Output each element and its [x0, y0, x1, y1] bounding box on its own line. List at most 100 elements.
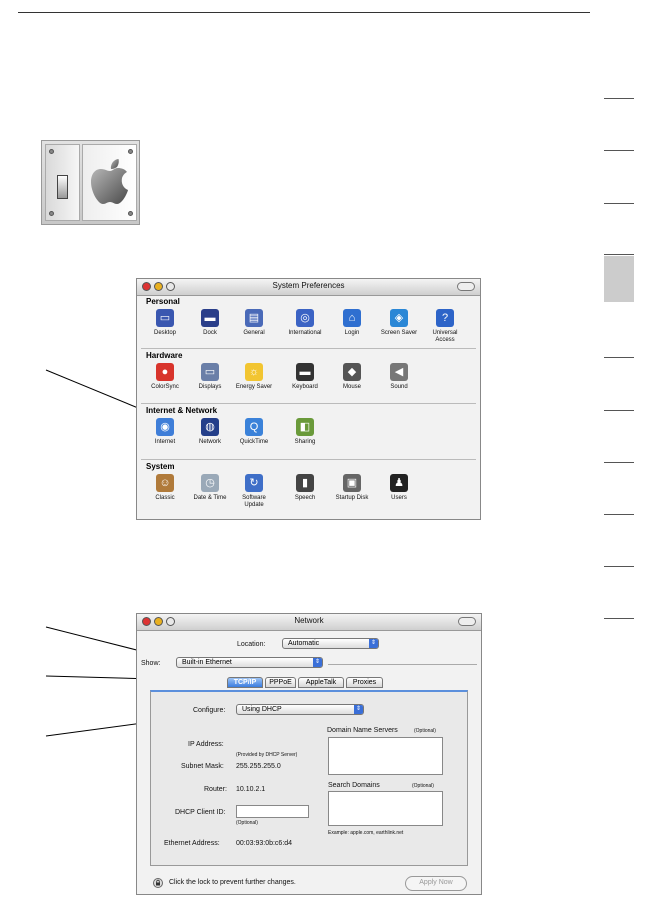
pref-item-label: Date & Time	[193, 495, 227, 501]
startup-disk-icon: ▣	[343, 474, 361, 492]
pref-item-energy-saver[interactable]: ☼ Energy Saver	[232, 363, 276, 391]
configure-popup[interactable]: Using DHCP ⇕	[236, 704, 364, 715]
router-label: Router:	[204, 786, 227, 793]
pref-item-mouse[interactable]: ◆ Mouse	[330, 363, 374, 391]
search-optional-label: (Optional)	[412, 783, 434, 789]
toolbar-toggle-button[interactable]	[457, 282, 475, 291]
pref-item-colorsync[interactable]: ● ColorSync	[143, 363, 187, 391]
pref-item-desktop[interactable]: ▭ Desktop	[143, 309, 187, 337]
users-icon: ♟	[390, 474, 408, 492]
pref-item-classic[interactable]: ☺ Classic	[143, 474, 187, 502]
pref-item-label: ColorSync	[151, 384, 179, 390]
pref-item-label: Screen Saver	[380, 330, 418, 336]
router-value: 10.10.2.1	[236, 786, 266, 793]
location-popup[interactable]: Automatic ⇕	[282, 638, 379, 649]
apply-now-button[interactable]: Apply Now	[405, 876, 467, 891]
quicktime-icon: Q	[245, 418, 263, 436]
lock-icon[interactable]	[153, 878, 163, 888]
subnet-mask-value: 255.255.255.0	[236, 763, 281, 770]
pref-item-keyboard[interactable]: ▬ Keyboard	[283, 363, 327, 391]
ethernet-address-value: 00:03:93:0b:c6:d4	[236, 840, 293, 847]
pref-item-label: Sound	[390, 384, 408, 390]
international-icon: ◎	[296, 309, 314, 327]
window-title: System Preferences	[272, 281, 345, 290]
keyboard-icon: ▬	[296, 363, 314, 381]
show-label: Show:	[141, 660, 161, 667]
displays-icon: ▭	[201, 363, 219, 381]
pref-item-label: Startup Disk	[335, 495, 369, 501]
classic-icon: ☺	[156, 474, 174, 492]
pref-item-label: Mouse	[342, 384, 361, 390]
title-bar: Network	[137, 614, 481, 631]
category-divider	[141, 459, 476, 460]
desktop-icon: ▭	[156, 309, 174, 327]
pref-item-sharing[interactable]: ◧ Sharing	[283, 418, 327, 446]
show-value: Built-in Ethernet	[182, 659, 232, 666]
pref-item-general[interactable]: ▤ General	[232, 309, 276, 337]
category-divider	[141, 403, 476, 404]
pref-item-login[interactable]: ⌂ Login	[330, 309, 374, 337]
ip-address-note: (Provided by DHCP Server)	[236, 752, 298, 758]
subnet-mask-label: Subnet Mask:	[181, 763, 224, 770]
system-preferences-window: System Preferences Personal ▭ Desktop ▬ Dock…	[136, 278, 481, 520]
location-value: Automatic	[288, 640, 320, 647]
pref-item-label: Software Update	[242, 495, 266, 508]
pref-item-label: QuickTime	[239, 439, 269, 445]
universal-access-icon: ?	[436, 309, 454, 327]
pref-item-label: Energy Saver	[235, 384, 273, 390]
login-icon: ⌂	[343, 309, 361, 327]
pref-item-startup-disk[interactable]: ▣ Startup Disk	[330, 474, 374, 502]
pref-item-label: Sharing	[294, 439, 316, 445]
tab-pppoe[interactable]: PPPoE	[265, 677, 296, 688]
mouse-icon: ◆	[343, 363, 361, 381]
pref-item-label: Desktop	[153, 330, 176, 336]
pref-item-international[interactable]: ◎ International	[283, 309, 327, 337]
network-window: Network Location: Automatic ⇕ Show: Buil…	[136, 613, 482, 895]
dock-icon: ▬	[201, 309, 219, 327]
pref-item-label: Classic	[155, 495, 175, 501]
pref-item-displays[interactable]: ▭ Displays	[188, 363, 232, 391]
toolbar-toggle-button[interactable]	[458, 617, 476, 626]
popup-arrows-icon: ⇕	[369, 639, 378, 648]
window-title: Network	[294, 616, 324, 625]
pref-item-quicktime[interactable]: Q QuickTime	[232, 418, 276, 446]
pref-item-dock[interactable]: ▬ Dock	[188, 309, 232, 337]
tab-appletalk[interactable]: AppleTalk	[298, 677, 344, 688]
category-divider	[141, 348, 476, 349]
pref-item-label: Universal Access	[432, 330, 458, 343]
title-bar: System Preferences	[137, 279, 480, 296]
pref-item-speech[interactable]: ▮ Speech	[283, 474, 327, 502]
pref-item-internet[interactable]: ◉ Internet	[143, 418, 187, 446]
pref-item-label: Network	[198, 439, 221, 445]
ethernet-address-label: Ethernet Address:	[164, 840, 220, 847]
divider	[328, 664, 477, 665]
lock-message: Click the lock to prevent further change…	[169, 879, 296, 886]
software-update-icon: ↻	[245, 474, 263, 492]
pref-item-software-update[interactable]: ↻ Software Update	[232, 474, 276, 509]
pref-item-date-time[interactable]: ◷ Date & Time	[188, 474, 232, 502]
pref-item-screen-saver[interactable]: ◈ Screen Saver	[377, 309, 421, 337]
dhcp-client-id-label: DHCP Client ID:	[175, 809, 226, 816]
pref-item-label: Internet	[154, 439, 176, 445]
pref-item-users[interactable]: ♟ Users	[377, 474, 421, 502]
pref-item-sound[interactable]: ◀ Sound	[377, 363, 421, 391]
configure-value: Using DHCP	[242, 706, 282, 713]
colorsync-icon: ●	[156, 363, 174, 381]
general-icon: ▤	[245, 309, 263, 327]
pref-item-label: General	[243, 330, 265, 336]
pref-item-universal-access[interactable]: ? Universal Access	[423, 309, 467, 344]
show-popup[interactable]: Built-in Ethernet ⇕	[176, 657, 323, 668]
tab-bar: TCP/IP PPPoE AppleTalk Proxies	[227, 677, 397, 689]
pref-item-network[interactable]: ◍ Network	[188, 418, 232, 446]
dns-optional-label: (Optional)	[414, 728, 436, 734]
tab-tcpip[interactable]: TCP/IP	[227, 677, 263, 688]
search-domains-field[interactable]	[328, 791, 443, 826]
pref-item-label: Login	[344, 330, 360, 336]
category-heading: Personal	[146, 297, 180, 306]
pref-item-label: Users	[391, 495, 407, 501]
dhcp-client-id-field[interactable]	[236, 805, 309, 818]
popup-arrows-icon: ⇕	[313, 658, 322, 667]
dns-servers-field[interactable]	[328, 737, 443, 775]
pref-item-label: Speech	[294, 495, 316, 501]
tab-proxies[interactable]: Proxies	[346, 677, 383, 688]
